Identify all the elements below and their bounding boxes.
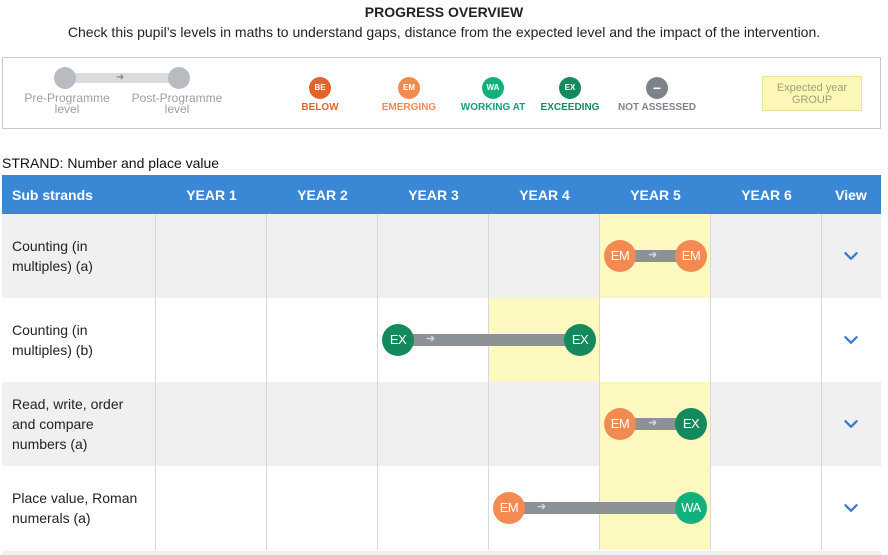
year-4-cell	[489, 382, 600, 466]
legend-exceeding: EX EXCEEDING	[535, 77, 605, 113]
arrow-right-icon: ➜	[648, 249, 658, 261]
table-row: Read, write, order and compare numbers (…	[2, 382, 881, 466]
year-5-cell	[600, 298, 711, 382]
view-cell	[822, 466, 880, 550]
legend-not-assessed-label: NOT ASSESSED	[618, 102, 696, 113]
col-header-year-5: YEAR 5	[630, 186, 681, 203]
col-header-year-2: YEAR 2	[297, 186, 348, 203]
chevron-down-icon[interactable]	[844, 501, 858, 515]
below-badge-icon: BE	[309, 77, 331, 99]
not-assessed-badge-icon: −	[646, 77, 668, 99]
col-header-year-6: YEAR 6	[741, 186, 792, 203]
col-header-sub-strands: Sub strands	[12, 186, 93, 203]
year-4-cell	[489, 214, 600, 298]
working-at-badge-icon: WA	[482, 77, 504, 99]
legend-working-at-label: WORKING AT	[460, 102, 526, 113]
page-subtitle: Check this pupil’s levels in maths to un…	[67, 24, 821, 40]
legend-emerging-label: EMERGING	[381, 102, 437, 113]
legend-post-label: Post-Programme level	[125, 92, 229, 116]
arrow-right-icon: ➜	[537, 501, 547, 513]
sub-strand-label: Counting (in multiples) (b)	[2, 298, 156, 382]
year-1-cell	[156, 214, 267, 298]
year-2-cell	[267, 214, 378, 298]
progress-track: ➜	[509, 501, 691, 514]
legend-expected-line1: Expected year	[776, 82, 848, 94]
year-3-cell	[378, 466, 489, 550]
year-1-cell	[156, 382, 267, 466]
sub-strand-label: Place value, Roman numerals (a)	[2, 466, 156, 550]
legend-panel: ➜ Pre-Programme level Post-Programme lev…	[2, 57, 881, 129]
chevron-down-icon[interactable]	[844, 417, 858, 431]
pre-level-badge: EX	[382, 324, 414, 356]
post-level-badge: EM	[675, 240, 707, 272]
legend-emerging: EM EMERGING	[374, 77, 444, 113]
post-level-badge: EX	[564, 324, 596, 356]
view-cell	[822, 382, 880, 466]
legend-expected-year-group: Expected year GROUP	[762, 76, 862, 111]
progress-track: ➜	[398, 333, 580, 346]
legend-working-at: WA WORKING AT	[458, 77, 528, 113]
table-row: Counting (in multiples) (b) ➜ EX EX	[2, 298, 881, 382]
legend-pre-label: Pre-Programme level	[17, 92, 117, 116]
table-body: Counting (in multiples) (a) ➜ EM EM Counting…	[2, 214, 881, 550]
year-1-cell	[156, 298, 267, 382]
col-header-year-3: YEAR 3	[408, 186, 459, 203]
col-header-year-1: YEAR 1	[186, 186, 237, 203]
arrow-right-icon: ➜	[426, 333, 436, 345]
exceeding-badge-icon: EX	[559, 77, 581, 99]
strand-title: STRAND: Number and place value	[2, 155, 220, 171]
chevron-down-icon[interactable]	[844, 249, 858, 263]
col-header-view: View	[835, 186, 867, 203]
post-level-badge: EX	[675, 408, 707, 440]
year-6-cell	[711, 214, 822, 298]
page-title: PROGRESS OVERVIEW	[364, 4, 524, 20]
next-row-edge	[2, 551, 881, 555]
legend-exceeding-label: EXCEEDING	[540, 102, 600, 113]
year-2-cell	[267, 466, 378, 550]
view-cell	[822, 214, 880, 298]
year-3-cell	[378, 382, 489, 466]
year-2-cell	[267, 298, 378, 382]
year-1-cell	[156, 466, 267, 550]
pre-level-badge: EM	[604, 408, 636, 440]
legend-below: BE BELOW	[290, 77, 350, 113]
chevron-down-icon[interactable]	[844, 333, 858, 347]
year-6-cell	[711, 466, 822, 550]
post-level-badge: WA	[675, 492, 707, 524]
table-header: Sub strands YEAR 1 YEAR 2 YEAR 3 YEAR 4 …	[2, 175, 881, 214]
year-6-cell	[711, 298, 822, 382]
emerging-badge-icon: EM	[398, 77, 420, 99]
arrow-right-icon: ➜	[648, 417, 658, 429]
col-header-year-4: YEAR 4	[519, 186, 570, 203]
year-3-cell	[378, 214, 489, 298]
progress-table: Sub strands YEAR 1 YEAR 2 YEAR 3 YEAR 4 …	[2, 175, 881, 550]
sub-strand-label: Counting (in multiples) (a)	[2, 214, 156, 298]
legend-pre-label-line2: level	[54, 102, 80, 116]
view-cell	[822, 298, 880, 382]
pre-level-badge: EM	[604, 240, 636, 272]
year-6-cell	[711, 382, 822, 466]
year-2-cell	[267, 382, 378, 466]
pre-level-badge: EM	[493, 492, 525, 524]
legend-expected-line2: GROUP	[791, 94, 833, 106]
table-row: Place value, Roman numerals (a) ➜ EM WA	[2, 466, 881, 550]
legend-below-label: BELOW	[301, 102, 339, 113]
legend-post-circle	[168, 67, 190, 89]
legend-pre-circle	[54, 67, 76, 89]
table-row: Counting (in multiples) (a) ➜ EM EM	[2, 214, 881, 298]
sub-strand-label: Read, write, order and compare numbers (…	[2, 382, 156, 466]
arrow-right-icon: ➜	[116, 72, 125, 83]
legend-not-assessed: − NOT ASSESSED	[617, 77, 697, 113]
legend-post-label-line2: level	[164, 102, 190, 116]
